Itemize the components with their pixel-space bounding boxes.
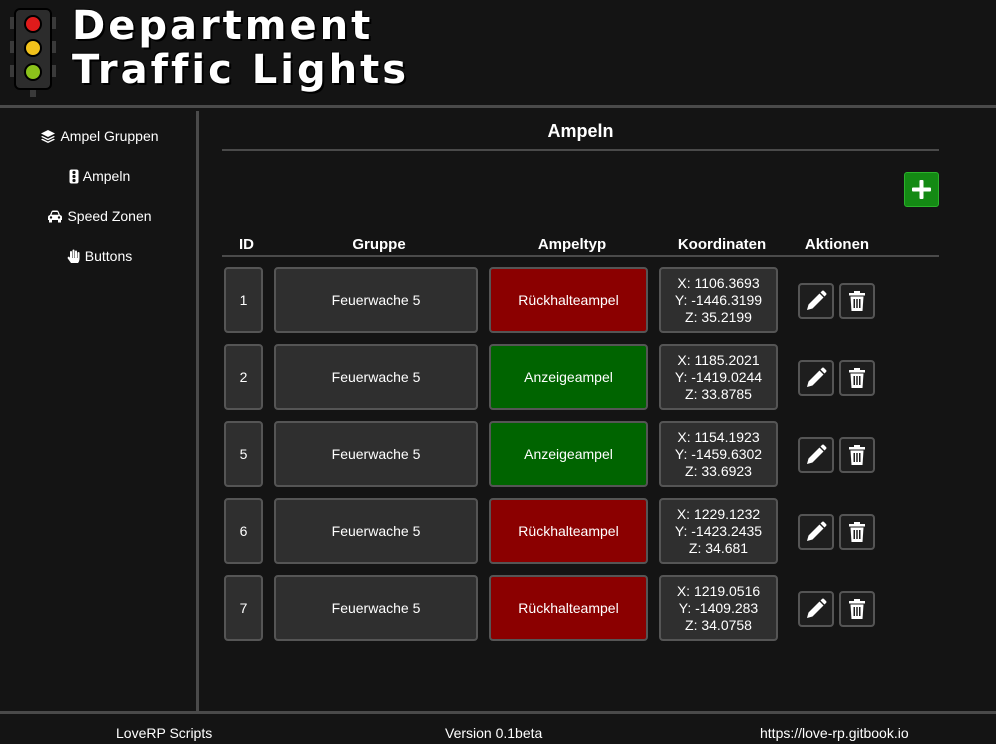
type-cell: Rückhalteampel (489, 575, 648, 641)
coord-y: Y: -1446.3199 (674, 291, 763, 308)
edit-button[interactable] (798, 514, 834, 550)
coord-y: Y: -1409.283 (678, 599, 759, 616)
pencil-icon (807, 290, 827, 310)
edit-button[interactable] (798, 591, 834, 627)
type-cell: Rückhalteampel (489, 498, 648, 564)
coord-x: X: 1229.1232 (676, 505, 761, 522)
sidebar-item-label: Speed Zonen (67, 208, 152, 224)
coordinates-cell: X: 1154.1923 Y: -1459.6302 Z: 33.6923 (659, 421, 778, 487)
id-cell: 2 (224, 344, 263, 410)
coord-x: X: 1185.2021 (677, 351, 760, 368)
sidebar-item-ampeln[interactable]: Ampeln (0, 164, 199, 188)
column-header-aktionen: Aktionen (804, 236, 870, 253)
table-row: 5 Feuerwache 5 Anzeigeampel X: 1154.1923… (202, 421, 996, 487)
layers-icon (41, 130, 56, 143)
coordinates-cell: X: 1185.2021 Y: -1419.0244 Z: 33.8785 (659, 344, 778, 410)
sidebar-item-buttons[interactable]: Buttons (0, 244, 199, 268)
page-title: Ampeln (547, 121, 614, 141)
table-row: 1 Feuerwache 5 Rückhalteampel X: 1106.36… (202, 267, 996, 333)
sidebar-item-ampel-gruppen[interactable]: Ampel Gruppen (0, 124, 199, 148)
edit-button[interactable] (798, 437, 834, 473)
pencil-icon (807, 444, 827, 464)
coord-z: Z: 34.681 (688, 539, 749, 556)
sidebar-item-label: Ampel Gruppen (60, 128, 159, 144)
app-title-line-1: Department (72, 3, 374, 49)
id-cell: 7 (224, 575, 263, 641)
footer-version: Version 0.1beta (445, 725, 543, 741)
group-cell: Feuerwache 5 (274, 267, 478, 333)
header-divider (222, 255, 939, 257)
footer-link[interactable]: https://love-rp.gitbook.io (760, 725, 909, 741)
delete-button[interactable] (839, 514, 875, 550)
traffic-light-icon (69, 169, 79, 183)
delete-button[interactable] (839, 283, 875, 319)
type-cell: Rückhalteampel (489, 267, 648, 333)
table-row: 6 Feuerwache 5 Rückhalteampel X: 1229.12… (202, 498, 996, 564)
coord-x: X: 1106.3693 (677, 274, 760, 291)
id-cell: 5 (224, 421, 263, 487)
delete-button[interactable] (839, 360, 875, 396)
sidebar-item-label: Buttons (84, 248, 133, 264)
coord-y: Y: -1459.6302 (674, 445, 763, 462)
column-header-id: ID (239, 236, 254, 253)
group-cell: Feuerwache 5 (274, 344, 478, 410)
id-cell: 6 (224, 498, 263, 564)
delete-button[interactable] (839, 591, 875, 627)
app-title-line-2: Traffic Lights (72, 47, 409, 93)
column-header-gruppe: Gruppe (352, 236, 406, 253)
pencil-icon (807, 367, 827, 387)
group-cell: Feuerwache 5 (274, 421, 478, 487)
coord-z: Z: 35.2199 (685, 308, 752, 325)
column-header-koordinaten: Koordinaten (677, 236, 767, 253)
coord-y: Y: -1423.2435 (674, 522, 763, 539)
edit-button[interactable] (798, 283, 834, 319)
column-header-ampeltyp: Ampeltyp (537, 236, 607, 253)
coord-z: Z: 34.0758 (685, 616, 752, 633)
app-footer: LoveRP Scripts Version 0.1beta https://l… (0, 711, 996, 744)
pencil-icon (807, 521, 827, 541)
id-cell: 1 (224, 267, 263, 333)
coord-x: X: 1154.1923 (677, 428, 760, 445)
coordinates-cell: X: 1219.0516 Y: -1409.283 Z: 34.0758 (659, 575, 778, 641)
sidebar: Ampel Gruppen Ampeln Speed Zonen Buttons (0, 111, 199, 711)
coord-z: Z: 33.6923 (685, 462, 752, 479)
sidebar-item-label: Ampeln (82, 168, 131, 184)
add-ampel-button[interactable] (904, 172, 939, 207)
coordinates-cell: X: 1229.1232 Y: -1423.2435 Z: 34.681 (659, 498, 778, 564)
group-cell: Feuerwache 5 (274, 575, 478, 641)
app-title: Department Traffic Lights (72, 4, 409, 92)
coord-z: Z: 33.8785 (685, 385, 752, 402)
plus-icon (912, 180, 931, 199)
trash-icon (849, 291, 865, 311)
car-icon (48, 210, 63, 222)
delete-button[interactable] (839, 437, 875, 473)
type-cell: Anzeigeampel (489, 421, 648, 487)
edit-button[interactable] (798, 360, 834, 396)
coord-y: Y: -1419.0244 (674, 368, 763, 385)
trash-icon (849, 445, 865, 465)
type-cell: Anzeigeampel (489, 344, 648, 410)
footer-brand: LoveRP Scripts (116, 725, 213, 741)
group-cell: Feuerwache 5 (274, 498, 478, 564)
app-header: Department Traffic Lights (0, 0, 996, 108)
traffic-light-icon (10, 8, 56, 97)
trash-icon (849, 522, 865, 542)
coordinates-cell: X: 1106.3693 Y: -1446.3199 Z: 35.2199 (659, 267, 778, 333)
table-row: 2 Feuerwache 5 Anzeigeampel X: 1185.2021… (202, 344, 996, 410)
main-content: Ampeln ID Gruppe Ampeltyp Koordinaten Ak… (202, 111, 996, 711)
trash-icon (849, 599, 865, 619)
title-divider (222, 149, 939, 151)
sidebar-item-speed-zonen[interactable]: Speed Zonen (0, 204, 199, 228)
hand-icon (67, 249, 80, 263)
pencil-icon (807, 598, 827, 618)
coord-x: X: 1219.0516 (676, 582, 761, 599)
trash-icon (849, 368, 865, 388)
table-row: 7 Feuerwache 5 Rückhalteampel X: 1219.05… (202, 575, 996, 641)
